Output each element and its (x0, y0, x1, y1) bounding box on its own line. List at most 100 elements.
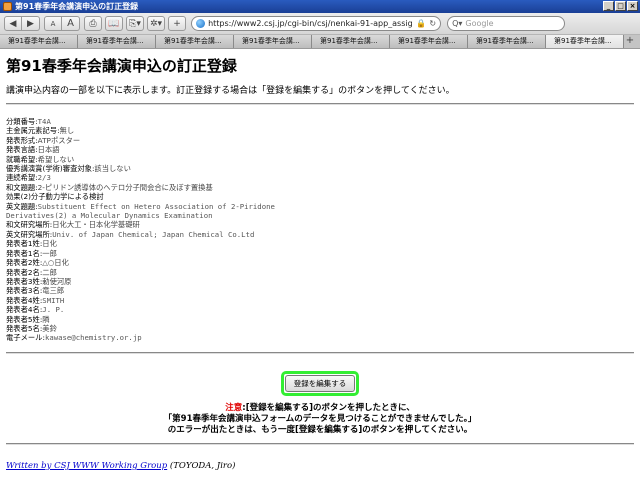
footer: Written by CSJ WWW Working Group (TOYODA… (6, 461, 634, 471)
page-content: 第91春季年会講演申込の訂正登録 講演申込内容の一部を以下に表示します。訂正登録… (0, 50, 640, 492)
field-label: 発表者2姓: (6, 258, 43, 268)
field-value: 勅使河原 (42, 276, 72, 286)
field-value: 希望しない (37, 154, 75, 164)
intro-text: 講演申込内容の一部を以下に表示します。訂正登録する場合は「登録を編集する」のボタ… (6, 86, 455, 96)
field-value: 日本語 (37, 145, 60, 155)
print-button[interactable]: ⎙ (84, 16, 102, 31)
field-row: 発表言語:日本語 (6, 145, 306, 154)
address-bar[interactable]: https://www2.csj.jp/cgi-bin/csj/nenkai-9… (191, 16, 442, 31)
field-label: 発表者5名: (6, 323, 43, 333)
notice-line2: 「第91春季年会講演申込フォームのデータを見つけることができませんでした。」 (163, 413, 477, 424)
new-tab-button[interactable]: + (624, 35, 636, 48)
tab-bar: 第91春季年会講... 第91春季年会講... 第91春季年会講... 第91春… (0, 35, 640, 49)
reload-icon[interactable]: ↻ (429, 19, 436, 28)
field-label: 効果(2)分子動力学による検討 (6, 192, 104, 202)
tools-menu-button[interactable]: ✲▾ (147, 16, 166, 31)
close-icon[interactable]: × (627, 1, 638, 11)
field-row: 発表者4姓:SMITH (6, 296, 306, 305)
field-value: T4A (37, 117, 51, 126)
forward-button[interactable]: ▶ (22, 16, 40, 31)
field-label: 優秀講演賞(学術)審査対象: (6, 164, 95, 174)
tab-2[interactable]: 第91春季年会講... (78, 35, 156, 48)
field-value: 2-ピリドン誘導体のヘテロ分子間会合に及ぼす置換基 (37, 182, 213, 192)
notice-line1: :[登録を編集する]のボタンを押したときに、 (242, 402, 415, 413)
field-label: 発表者1姓: (6, 239, 43, 249)
field-label: 発表者1名: (6, 248, 43, 258)
page-menu-button[interactable]: ⎘▾ (126, 16, 144, 31)
field-value: △○日化 (42, 258, 69, 268)
field-row: 英文研究場所:Univ. of Japan Chemical; Japan Ch… (6, 230, 306, 239)
text-smaller-button[interactable]: A (44, 16, 62, 31)
field-label: 和文研究場所: (6, 220, 53, 230)
notice-label: 注意 (225, 402, 243, 413)
field-row: 主金属元素記号:無し (6, 126, 306, 135)
field-row: 発表者3姓:勅使河原 (6, 277, 306, 286)
field-row: 効果(2)分子動力学による検討 (6, 192, 306, 201)
field-value: kawase@chemistry.or.jp (44, 333, 142, 343)
field-label: 発表言語: (6, 145, 38, 155)
field-row: 優秀講演賞(学術)審査対象:該当しない (6, 164, 306, 173)
footer-link[interactable]: Written by CSJ WWW Working Group (6, 461, 167, 471)
field-value: SMITH (42, 295, 65, 305)
field-label: 発表者4名: (6, 305, 43, 315)
field-row: 発表者3名:竜三郎 (6, 286, 306, 295)
divider-bottom (6, 442, 634, 445)
field-label: 発表者3姓: (6, 276, 43, 286)
search-placeholder: Google (465, 19, 494, 28)
search-field[interactable]: Q▾ Google (447, 16, 566, 31)
bookmarks-button[interactable]: 📖 (105, 16, 123, 31)
field-label: 英文題題: (6, 201, 38, 211)
field-value: 二郎 (42, 267, 57, 277)
globe-icon (196, 19, 206, 28)
tab-8-active[interactable]: 第91春季年会講... (546, 35, 624, 48)
tab-1[interactable]: 第91春季年会講... (0, 35, 78, 48)
add-bookmark-button[interactable]: + (168, 16, 187, 31)
field-row: 発表者5名:美鈴 (6, 324, 306, 333)
nav-buttons: ◀ ▶ (4, 16, 40, 31)
url-text[interactable]: https://www2.csj.jp/cgi-bin/csj/nenkai-9… (208, 19, 413, 28)
tab-4[interactable]: 第91春季年会講... (234, 35, 312, 48)
maximize-icon[interactable]: □ (615, 1, 626, 11)
field-value: 一郎 (42, 248, 57, 258)
browser-toolbar: ◀ ▶ A A ⎙ 📖 ⎘▾ ✲▾ + https://www2.csj.jp/… (0, 13, 640, 35)
text-size-buttons: A A (44, 16, 80, 31)
field-row: 発表者2姓:△○日化 (6, 258, 306, 267)
field-value: 隣 (42, 314, 50, 324)
window-titlebar: 第91春季年会講演申込の訂正登録 _ □ × (0, 0, 640, 13)
field-label: 発表者2名: (6, 267, 43, 277)
tab-3[interactable]: 第91春季年会講... (156, 35, 234, 48)
divider-middle (6, 351, 634, 354)
field-row: 和文題題:2-ピリドン誘導体のヘテロ分子間会合に及ぼす置換基 (6, 183, 306, 192)
field-row: 発表者4名:J. P. (6, 305, 306, 314)
field-value: 美鈴 (42, 323, 57, 333)
back-button[interactable]: ◀ (4, 16, 22, 31)
notice: 注意:[登録を編集する]のボタンを押したときに、 「第91春季年会講演申込フォー… (6, 403, 634, 436)
field-value: 2/3 (37, 173, 51, 183)
field-row: 分類番号:T4A (6, 117, 306, 126)
field-row: 発表者1姓:日化 (6, 239, 306, 248)
field-row: 発表者5姓:隣 (6, 315, 306, 324)
window-controls: _ □ × (603, 1, 638, 11)
app-icon (3, 2, 12, 11)
field-row: 連続希望:2/3 (6, 173, 306, 182)
field-label: 英文研究場所: (6, 229, 53, 239)
field-label: 発表者4姓: (6, 295, 43, 305)
window-title: 第91春季年会講演申込の訂正登録 (15, 2, 139, 11)
tab-6[interactable]: 第91春季年会講... (390, 35, 468, 48)
field-value: 竜三郎 (42, 286, 65, 296)
notice-line3: のエラーが出たときは、もう一度[登録を編集する]のボタンを押してください。 (167, 424, 473, 435)
search-icon[interactable]: Q▾ (452, 19, 462, 28)
lock-icon: 🔒 (416, 19, 427, 28)
field-label: 発表者3名: (6, 286, 43, 296)
divider-top (6, 103, 634, 105)
minimize-icon[interactable]: _ (603, 1, 614, 11)
field-row: 和文研究場所:日化大工・日本化学基礎研 (6, 220, 306, 229)
field-row: 発表者1名:一郎 (6, 249, 306, 258)
text-larger-button[interactable]: A (62, 16, 80, 31)
tab-5[interactable]: 第91春季年会講... (312, 35, 390, 48)
field-label: 就職希望: (6, 154, 38, 164)
field-row: 就職希望:希望しない (6, 155, 306, 164)
edit-registration-button[interactable]: 登録を編集する (284, 374, 356, 392)
tab-7[interactable]: 第91春季年会講... (468, 35, 546, 48)
field-label: 和文題題: (6, 182, 38, 192)
